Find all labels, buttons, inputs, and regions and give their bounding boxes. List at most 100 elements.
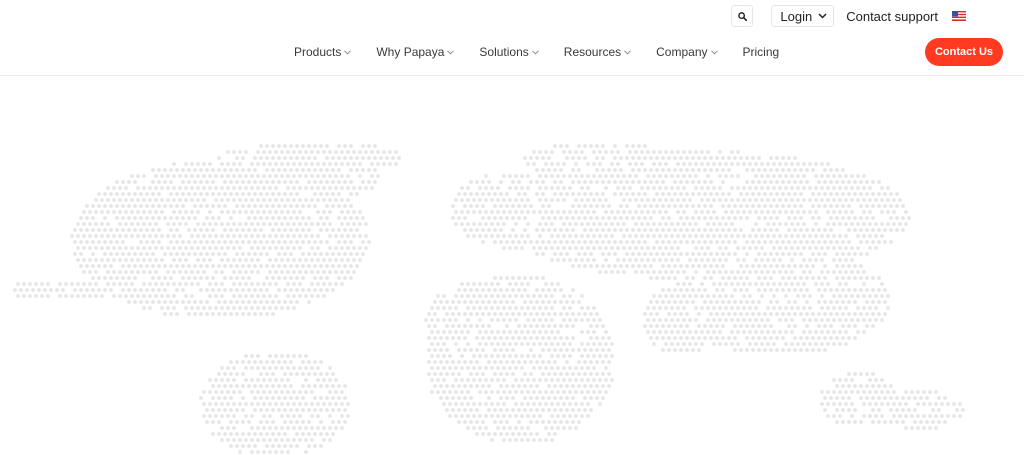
- map-dot: [313, 252, 317, 256]
- map-dot: [679, 252, 683, 256]
- map-dot: [775, 312, 779, 316]
- map-dot: [460, 210, 464, 214]
- map-dot: [586, 222, 590, 226]
- map-dot: [208, 174, 212, 178]
- map-dot: [304, 402, 308, 406]
- map-dot: [814, 174, 818, 178]
- map-dot: [127, 192, 131, 196]
- map-dot: [511, 336, 515, 340]
- map-dot: [790, 234, 794, 238]
- nav-item-solutions[interactable]: Solutions: [479, 45, 539, 59]
- map-dot: [142, 222, 146, 226]
- map-dot: [610, 222, 614, 226]
- map-dot: [265, 252, 269, 256]
- map-dot: [667, 336, 671, 340]
- map-dot: [172, 186, 176, 190]
- map-dot: [793, 228, 797, 232]
- map-dot: [907, 408, 911, 412]
- map-dot: [727, 156, 731, 160]
- map-dot: [511, 396, 515, 400]
- map-dot: [835, 180, 839, 184]
- map-dot: [697, 252, 701, 256]
- map-dot: [568, 318, 572, 322]
- map-dot: [541, 216, 545, 220]
- map-dot: [736, 150, 740, 154]
- us-flag-icon[interactable]: [952, 11, 966, 21]
- map-dot: [877, 288, 881, 292]
- map-dot: [826, 234, 830, 238]
- map-dot: [280, 222, 284, 226]
- map-dot: [469, 348, 473, 352]
- map-dot: [781, 288, 785, 292]
- map-dot: [862, 282, 866, 286]
- contact-support-link[interactable]: Contact support: [846, 9, 938, 24]
- map-dot: [187, 180, 191, 184]
- search-button[interactable]: [731, 5, 754, 27]
- map-dot: [292, 198, 296, 202]
- map-dot: [559, 216, 563, 220]
- nav-item-why-papaya[interactable]: Why Papaya: [376, 45, 455, 59]
- nav-item-company[interactable]: Company: [656, 45, 718, 59]
- nav-item-pricing[interactable]: Pricing: [743, 45, 780, 59]
- map-dot: [457, 396, 461, 400]
- map-dot: [541, 396, 545, 400]
- map-dot: [184, 174, 188, 178]
- map-dot: [256, 450, 260, 454]
- map-dot: [106, 198, 110, 202]
- map-dot: [574, 210, 578, 214]
- map-dot: [322, 378, 326, 382]
- map-dot: [349, 144, 353, 148]
- map-dot: [337, 216, 341, 220]
- map-dot: [310, 246, 314, 250]
- map-dot: [523, 204, 527, 208]
- map-dot: [706, 150, 710, 154]
- map-dot: [433, 360, 437, 364]
- map-dot: [562, 246, 566, 250]
- map-dot: [259, 408, 263, 412]
- map-dot: [634, 246, 638, 250]
- map-dot: [151, 252, 155, 256]
- map-dot: [136, 234, 140, 238]
- map-dot: [766, 222, 770, 226]
- map-dot: [547, 324, 551, 328]
- map-dot: [538, 294, 542, 298]
- nav-item-resources[interactable]: Resources: [564, 45, 631, 59]
- map-dot: [508, 390, 512, 394]
- map-dot: [649, 264, 653, 268]
- map-dot: [295, 444, 299, 448]
- chevron-down-icon: [531, 50, 539, 55]
- map-dot: [151, 204, 155, 208]
- map-dot: [184, 282, 188, 286]
- map-dot: [781, 156, 785, 160]
- map-dot: [145, 288, 149, 292]
- contact-us-button[interactable]: Contact Us: [925, 38, 1003, 66]
- map-dot: [454, 222, 458, 226]
- map-dot: [622, 234, 626, 238]
- map-dot: [751, 312, 755, 316]
- map-dot: [649, 156, 653, 160]
- map-dot: [775, 180, 779, 184]
- map-dot: [709, 276, 713, 280]
- map-dot: [481, 432, 485, 436]
- map-dot: [550, 330, 554, 334]
- map-dot: [784, 210, 788, 214]
- map-dot: [553, 420, 557, 424]
- login-button[interactable]: Login: [771, 5, 835, 27]
- map-dot: [271, 192, 275, 196]
- map-dot: [283, 288, 287, 292]
- map-dot: [91, 252, 95, 256]
- map-dot: [892, 210, 896, 214]
- map-dot: [547, 372, 551, 376]
- map-dot: [562, 186, 566, 190]
- nav-item-products[interactable]: Products: [294, 45, 352, 59]
- map-dot: [160, 186, 164, 190]
- map-dot: [877, 420, 881, 424]
- map-dot: [241, 252, 245, 256]
- map-dot: [517, 408, 521, 412]
- map-dot: [553, 168, 557, 172]
- map-dot: [631, 216, 635, 220]
- map-dot: [178, 174, 182, 178]
- map-dot: [571, 240, 575, 244]
- map-dot: [256, 162, 260, 166]
- map-dot: [103, 240, 107, 244]
